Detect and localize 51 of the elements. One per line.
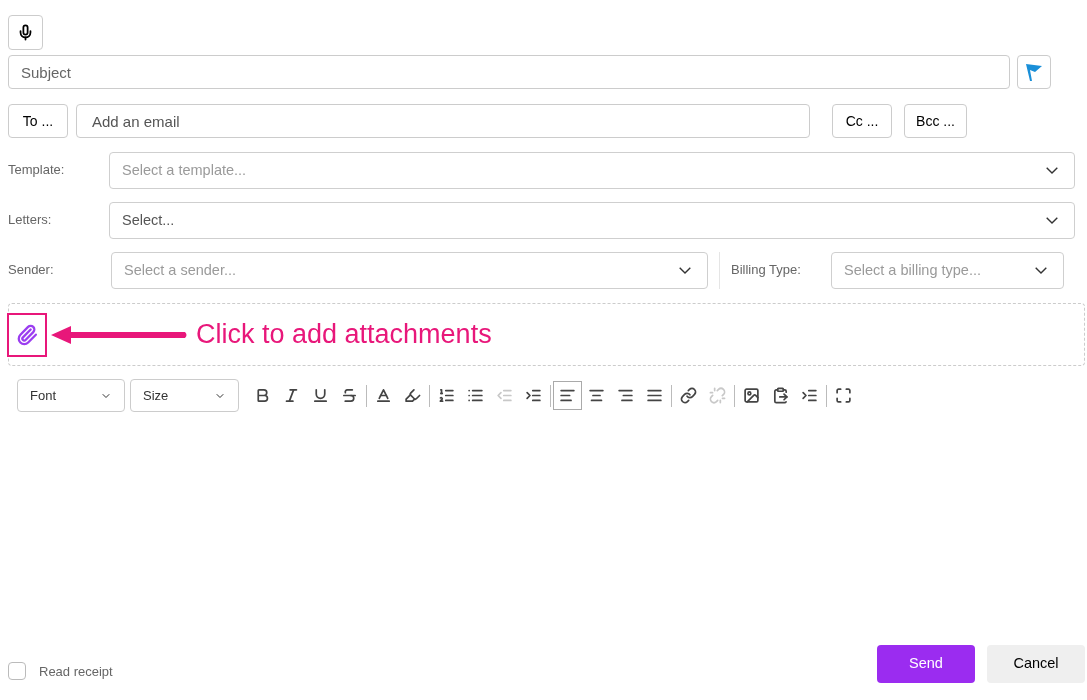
align-right-icon xyxy=(617,387,634,404)
image-icon xyxy=(743,387,760,404)
font-dropdown[interactable]: Font xyxy=(17,379,125,412)
highlighter-icon xyxy=(404,387,421,404)
microphone-icon xyxy=(17,24,34,41)
letters-select[interactable]: Select... xyxy=(109,202,1075,239)
to-button[interactable]: To ... xyxy=(8,104,68,138)
numbered-list-icon xyxy=(438,387,455,404)
email-field[interactable]: Add an email xyxy=(76,104,810,138)
attachment-drop-area[interactable]: Click to add attachments xyxy=(8,303,1085,366)
flag-button[interactable] xyxy=(1017,55,1051,89)
read-receipt-checkbox[interactable] xyxy=(8,662,26,681)
annotation-text: Click to add attachments xyxy=(196,318,492,352)
align-left-icon xyxy=(559,387,576,404)
align-center-icon xyxy=(588,387,605,404)
cc-button[interactable]: Cc ... xyxy=(832,104,892,138)
underline-icon xyxy=(312,387,329,404)
select-text: Select a template... xyxy=(122,160,247,180)
bullet-list-icon xyxy=(467,387,484,404)
link-icon xyxy=(680,387,697,404)
outdent-icon xyxy=(496,387,513,404)
chevron-down-icon xyxy=(679,267,691,274)
justify-icon xyxy=(646,387,663,404)
select-text: Select a billing type... xyxy=(844,260,982,280)
paperclip-icon[interactable] xyxy=(16,323,38,346)
sender-label: Sender: xyxy=(8,261,55,279)
template-label: Template: xyxy=(8,161,66,179)
fullscreen-icon xyxy=(835,387,852,404)
italic-icon xyxy=(283,387,300,404)
align-left-button[interactable] xyxy=(553,381,582,410)
letters-label: Letters: xyxy=(8,211,53,229)
select-text: Select... xyxy=(122,210,175,230)
flag-icon xyxy=(1024,61,1044,83)
select-text: Select a sender... xyxy=(124,260,237,280)
cancel-button[interactable]: Cancel xyxy=(987,645,1085,683)
unlink-icon xyxy=(709,387,726,404)
size-dropdown[interactable]: Size xyxy=(130,379,239,412)
chevron-down-icon xyxy=(1035,267,1047,274)
billing-type-label: Billing Type: xyxy=(731,261,802,279)
strikethrough-icon xyxy=(341,387,358,404)
chevron-down-icon xyxy=(1046,167,1058,174)
text-color-icon xyxy=(375,387,392,404)
indent-icon xyxy=(525,387,542,404)
bold-icon xyxy=(254,387,271,404)
bcc-button[interactable]: Bcc ... xyxy=(904,104,967,138)
chevron-down-icon xyxy=(1046,217,1058,224)
microphone-button[interactable] xyxy=(8,15,43,50)
send-button[interactable]: Send xyxy=(877,645,975,683)
subject-field[interactable]: Subject xyxy=(8,55,1010,89)
clipboard-icon xyxy=(772,387,789,404)
read-receipt-label: Read receipt xyxy=(39,662,113,681)
